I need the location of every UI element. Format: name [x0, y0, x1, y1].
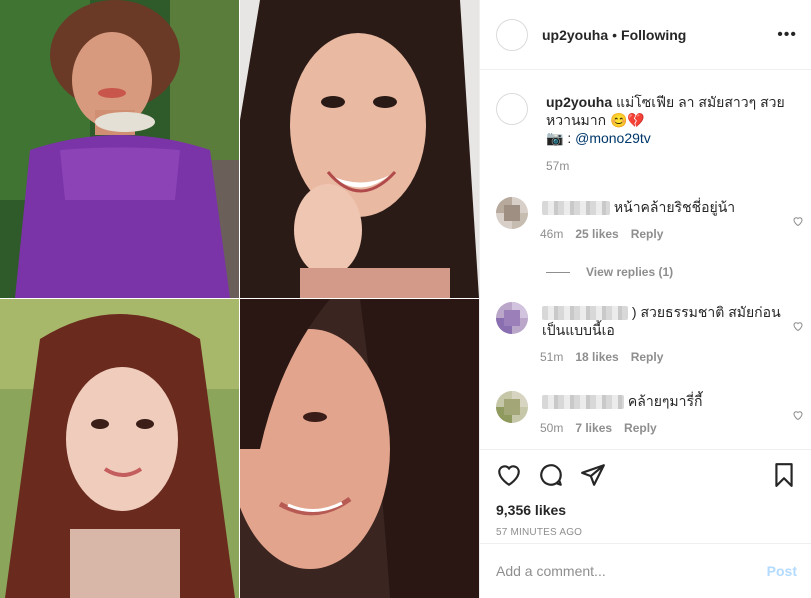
caption-time: 57m	[546, 159, 570, 173]
caption-avatar[interactable]	[496, 93, 528, 125]
share-icon[interactable]	[580, 462, 606, 488]
like-comment-heart-icon[interactable]	[792, 409, 804, 421]
photo-tile-older-woman	[0, 0, 239, 298]
reply-button[interactable]: Reply	[631, 227, 664, 241]
comment-text-line: หน้าคล้ายริชชี่อยู่น้า	[542, 197, 796, 216]
replies-line	[546, 271, 570, 273]
like-comment-heart-icon[interactable]	[792, 320, 804, 332]
post-actions: 9,356 likes 57 MINUTES AGO	[480, 449, 811, 538]
blurred-username[interactable]	[542, 201, 610, 216]
follow-status[interactable]: Following	[621, 27, 686, 43]
comment-icon[interactable]	[538, 462, 564, 488]
commenter-avatar[interactable]	[496, 302, 528, 334]
comment-item: ) สวยธรรมชาติ สมัยก่อนเป็นแบบนี้เอ 51m 1…	[496, 302, 803, 364]
comment-likes[interactable]: 18 likes	[575, 350, 618, 364]
comment-time: 50m	[540, 421, 564, 435]
comment-likes[interactable]: 7 likes	[575, 421, 612, 435]
view-replies-link[interactable]: View replies (1)	[546, 265, 673, 279]
author-line: up2youha • Following	[542, 27, 686, 43]
post-caption: up2youha แม่โซเฟีย ลา สมัยสาวๆ สวยหวานมา…	[496, 93, 796, 173]
author-avatar[interactable]	[496, 18, 528, 51]
comment-meta: 50m 7 likes Reply	[540, 421, 796, 435]
comment-time: 46m	[540, 227, 564, 241]
comment-meta: 46m 25 likes Reply	[540, 227, 796, 241]
post-panel: up2youha • Following ••• up2youha แม่โซเฟี…	[479, 0, 811, 598]
view-replies-text[interactable]: View replies (1)	[586, 265, 673, 279]
comment-input[interactable]	[496, 563, 767, 579]
commenter-avatar[interactable]	[496, 197, 528, 229]
photo-tile-young-smile	[240, 0, 479, 298]
grid-divider-horizontal	[0, 298, 479, 299]
like-comment-heart-icon[interactable]	[792, 215, 804, 227]
comment-text: คล้ายๆมารี่กี้	[627, 393, 703, 409]
heart-icon[interactable]	[496, 462, 522, 488]
comment-meta: 51m 18 likes Reply	[540, 350, 796, 364]
caption-credit-prefix: :	[567, 130, 572, 146]
caption-emoji: 😊💔	[609, 112, 645, 128]
comment-text-line: คล้ายๆมารี่กี้	[542, 391, 796, 410]
author-username[interactable]: up2youha	[542, 27, 608, 43]
comments-section: up2youha แม่โซเฟีย ลา สมัยสาวๆ สวยหวานมา…	[480, 71, 811, 449]
add-comment-bar: Post	[480, 543, 811, 598]
caption-mention-link[interactable]: @mono29tv	[575, 130, 651, 146]
action-icons	[496, 462, 795, 488]
post-header: up2youha • Following •••	[480, 0, 811, 70]
photo-tile-long-hair	[0, 299, 239, 598]
header-separator: •	[612, 26, 618, 43]
post-photo[interactable]	[0, 0, 479, 598]
camera-emoji: 📷	[546, 130, 564, 146]
post-timestamp: 57 MINUTES AGO	[496, 527, 583, 538]
comment-text-line: ) สวยธรรมชาติ สมัยก่อนเป็นแบบนี้เอ	[542, 302, 796, 339]
reply-button[interactable]: Reply	[631, 350, 664, 364]
comment-item: หน้าคล้ายริชชี่อยู่น้า 46m 25 likes Repl…	[496, 197, 803, 241]
blurred-username[interactable]	[542, 306, 628, 321]
grid-divider-vertical	[239, 0, 240, 598]
caption-username[interactable]: up2youha	[546, 94, 612, 110]
post-comment-button[interactable]: Post	[767, 563, 797, 579]
comment-time: 51m	[540, 350, 564, 364]
reply-button[interactable]: Reply	[624, 421, 657, 435]
more-options-icon[interactable]: •••	[777, 26, 797, 44]
likes-count[interactable]: 9,356 likes	[496, 502, 795, 518]
blurred-username[interactable]	[542, 395, 624, 410]
caption-text: up2youha แม่โซเฟีย ลา สมัยสาวๆ สวยหวานมา…	[546, 93, 796, 147]
comment-item: คล้ายๆมารี่กี้ 50m 7 likes Reply	[496, 391, 803, 435]
commenter-avatar[interactable]	[496, 391, 528, 423]
comment-likes[interactable]: 25 likes	[575, 227, 618, 241]
photo-tile-profile	[240, 299, 479, 598]
bookmark-icon[interactable]	[771, 462, 797, 488]
comment-text: หน้าคล้ายริชชี่อยู่น้า	[613, 199, 736, 215]
